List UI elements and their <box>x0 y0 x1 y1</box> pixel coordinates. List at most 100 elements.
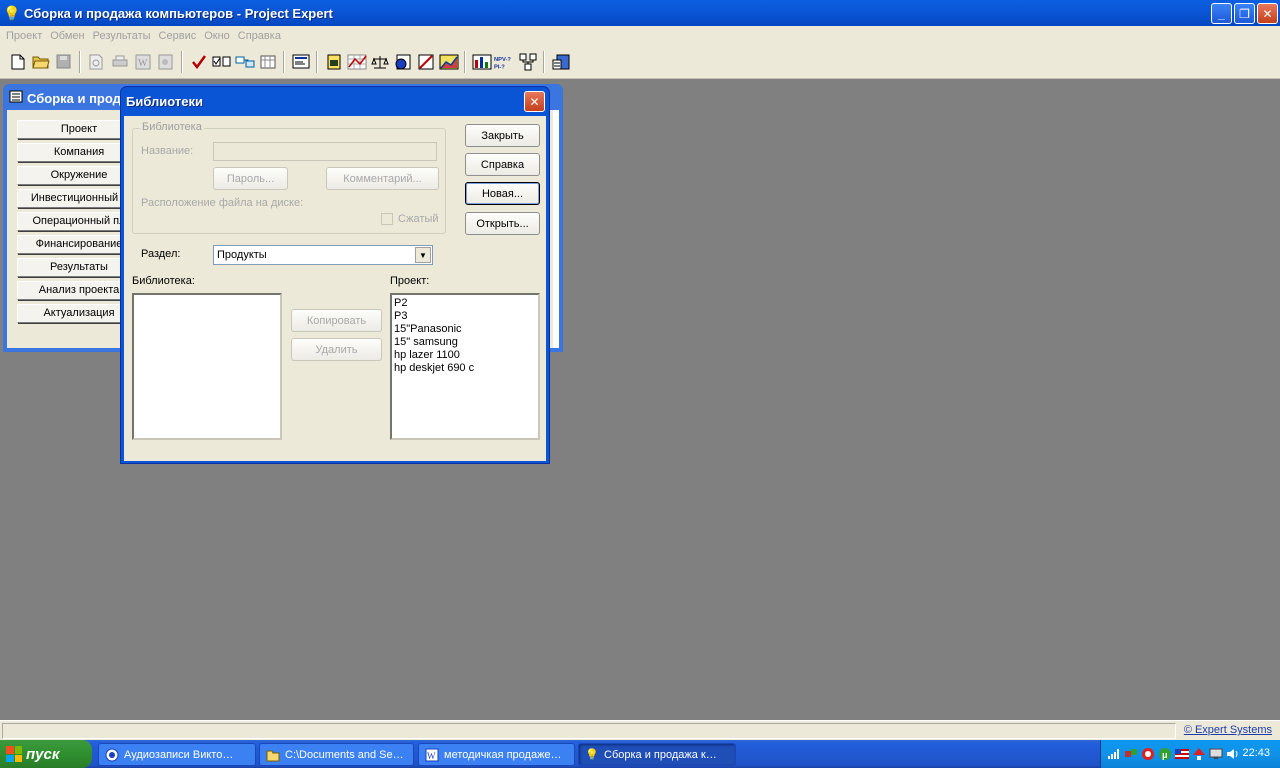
svg-text:NPV-?: NPV-? <box>494 57 511 63</box>
taskbar-item-project-expert[interactable]: 💡 Сборка и продажа к… <box>578 743 736 766</box>
npv-irr-icon[interactable]: NPV-? PI-? <box>493 51 516 73</box>
close-button[interactable]: ✕ <box>1257 3 1278 24</box>
section-label: Раздел: <box>141 248 181 260</box>
close-library-button[interactable]: Закрыть <box>465 124 540 147</box>
expert-systems-link[interactable]: © Expert Systems <box>1184 724 1272 736</box>
report-icon[interactable] <box>154 51 177 73</box>
library-list-label: Библиотека: <box>132 275 195 287</box>
display-icon[interactable] <box>1209 747 1223 761</box>
project-list[interactable]: P2 P3 15"Panasonic 15" samsung hp lazer … <box>390 293 540 440</box>
save-icon[interactable] <box>52 51 75 73</box>
new-library-button[interactable]: Новая... <box>465 182 540 205</box>
password-button[interactable]: Пароль... <box>213 167 288 190</box>
list-item[interactable]: 15" samsung <box>392 336 538 349</box>
volume-icon[interactable] <box>1226 747 1240 761</box>
menu-help[interactable]: Справка <box>234 30 285 42</box>
taskbar-item-label: Аудиозаписи Викто… <box>124 748 234 761</box>
screen-icon[interactable] <box>289 51 312 73</box>
toolbar-separator <box>543 50 545 73</box>
library-groupbox-legend: Библиотека <box>140 121 204 133</box>
list-item[interactable]: 15"Panasonic <box>392 323 538 336</box>
file-location-label: Расположение файла на диске: <box>141 197 304 209</box>
signal-icon[interactable] <box>1107 747 1121 761</box>
taskbar-item-word[interactable]: W методичкая продаже… <box>418 743 575 766</box>
safely-remove-icon[interactable] <box>1192 747 1206 761</box>
minimize-button[interactable]: _ <box>1211 3 1232 24</box>
project-window-scrollbar[interactable] <box>553 110 559 348</box>
indicators-icon[interactable] <box>470 51 493 73</box>
torrent-icon[interactable]: μ <box>1158 747 1172 761</box>
comment-button[interactable]: Комментарий... <box>326 167 439 190</box>
network-icon[interactable] <box>516 51 539 73</box>
ruler-icon[interactable] <box>414 51 437 73</box>
flow-icon[interactable] <box>233 51 256 73</box>
list-item[interactable]: hp lazer 1100 <box>392 349 538 362</box>
list-item[interactable]: hp deskjet 690 c <box>392 362 538 375</box>
libraries-dialog: Библиотеки ✕ Библиотека Название: Пароль… <box>120 86 550 464</box>
check-icon[interactable] <box>187 51 210 73</box>
new-file-icon[interactable] <box>6 51 29 73</box>
toolbar-separator <box>316 50 318 73</box>
delete-button[interactable]: Удалить <box>291 338 382 361</box>
compressed-checkbox[interactable] <box>381 213 393 225</box>
print-icon[interactable] <box>108 51 131 73</box>
taskbar-item-explorer[interactable]: C:\Documents and Se… <box>259 743 414 766</box>
calculator-icon[interactable] <box>549 51 572 73</box>
project-window-icon <box>9 90 23 106</box>
menu-window[interactable]: Окно <box>200 30 234 42</box>
toolbar-separator <box>181 50 183 73</box>
windows-flag-icon <box>6 746 22 762</box>
balance-icon[interactable] <box>368 51 391 73</box>
svg-text:W: W <box>427 751 436 761</box>
copy-button[interactable]: Копировать <box>291 309 382 332</box>
dialog-title: Библиотеки <box>126 94 204 109</box>
chart-icon[interactable] <box>437 51 460 73</box>
help-button[interactable]: Справка <box>465 153 540 176</box>
menu-project[interactable]: Проект <box>2 30 46 42</box>
library-groupbox: Библиотека Название: Пароль... Комментар… <box>132 121 446 234</box>
word-export-icon[interactable]: W <box>131 51 154 73</box>
taskbar-item-audio[interactable]: Аудиозаписи Викто… <box>98 743 256 766</box>
system-tray: μ 22:43 <box>1100 740 1280 768</box>
start-button[interactable]: пуск <box>0 740 92 768</box>
svg-text:μ: μ <box>1162 750 1168 760</box>
list-item[interactable]: P3 <box>392 310 538 323</box>
toolbar: W NPV-? PI-? <box>0 45 1280 79</box>
window-title: Сборка и продажа компьютеров - Project E… <box>24 5 333 21</box>
dialog-body: Библиотека Название: Пароль... Комментар… <box>124 116 546 461</box>
print-preview-icon[interactable] <box>85 51 108 73</box>
language-flag-icon[interactable] <box>1175 747 1189 761</box>
toolbar-separator <box>79 50 81 73</box>
dialog-close-button[interactable]: ✕ <box>524 91 545 112</box>
toolbar-separator <box>283 50 285 73</box>
project-window-title-text: Сборка и прод <box>27 90 121 106</box>
compressed-label: Сжатый <box>398 213 439 225</box>
chevron-down-icon[interactable]: ▼ <box>415 247 431 263</box>
project-window-title: Сборка и прод <box>9 90 121 106</box>
svg-text:PI-?: PI-? <box>494 64 505 69</box>
svg-text:W: W <box>138 58 148 69</box>
menu-service[interactable]: Сервис <box>155 30 201 42</box>
menu-results[interactable]: Результаты <box>89 30 155 42</box>
lightbulb-icon: 💡 <box>3 4 21 21</box>
target-icon[interactable] <box>1141 747 1155 761</box>
library-name-field[interactable] <box>213 142 437 161</box>
toolbar-separator <box>464 50 466 73</box>
library-list[interactable] <box>132 293 282 440</box>
menu-bar: Проект Обмен Результаты Сервис Окно Спра… <box>0 26 1280 45</box>
open-folder-icon[interactable] <box>29 51 52 73</box>
table-icon[interactable] <box>322 51 345 73</box>
open-library-button[interactable]: Открыть... <box>465 212 540 235</box>
folder-icon <box>266 748 280 762</box>
restore-button[interactable]: ❐ <box>1234 3 1255 24</box>
network-tray-icon[interactable] <box>1124 747 1138 761</box>
globe-report-icon[interactable] <box>391 51 414 73</box>
menu-exchange[interactable]: Обмен <box>46 30 88 42</box>
list-item[interactable]: P2 <box>392 297 538 310</box>
window-controls: _ ❐ ✕ <box>1211 3 1278 24</box>
calendar-icon[interactable] <box>256 51 279 73</box>
section-select[interactable]: Продукты ▼ <box>213 245 433 265</box>
status-bar: © Expert Systems <box>0 720 1280 740</box>
checklist-icon[interactable] <box>210 51 233 73</box>
cashflow-icon[interactable] <box>345 51 368 73</box>
